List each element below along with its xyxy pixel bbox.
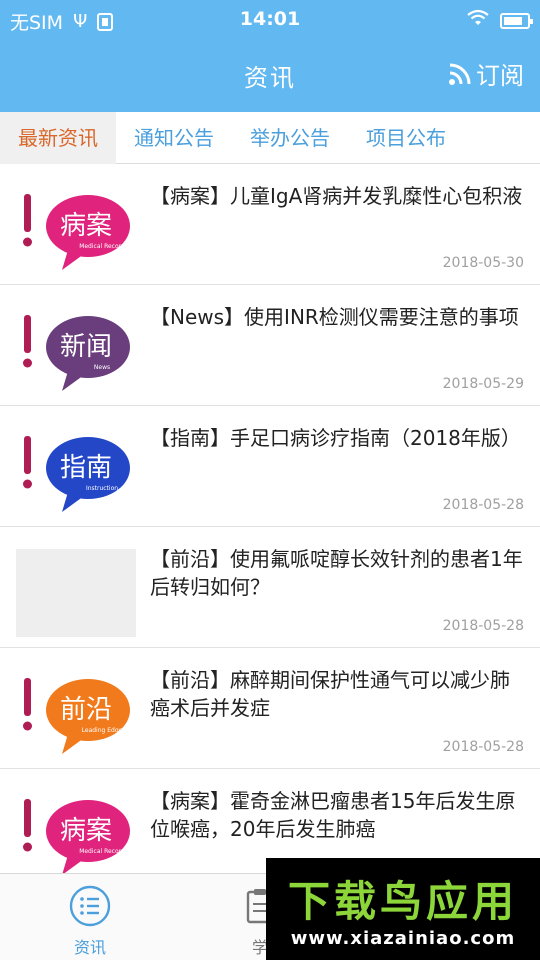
badge-text: 指南	[60, 453, 112, 483]
news-list: 病案 Medical Record 【病案】儿童IgA肾病并发乳糜性心包积液 2018…	[0, 164, 540, 890]
badge-text: 新闻	[60, 332, 112, 362]
tab-host-announcements[interactable]: 举办公告	[232, 112, 348, 164]
subscribe-button[interactable]: 订阅	[448, 56, 524, 91]
exclamation-icon	[24, 678, 31, 716]
battery-icon	[500, 12, 533, 29]
badge-text: 病案	[60, 211, 112, 241]
rss-icon	[448, 62, 472, 86]
news-title: 【前沿】使用氟哌啶醇长效针剂的患者1年后转归如何？	[150, 547, 523, 599]
badge-subtext: Instruction	[86, 485, 118, 492]
news-item[interactable]: 病案 Medical Record 【病案】儿童IgA肾病并发乳糜性心包积液 2018…	[0, 164, 540, 285]
exclamation-icon	[24, 194, 31, 232]
watermark-title: 下载鸟应用	[287, 877, 518, 926]
wifi-icon	[466, 9, 490, 32]
news-title: 【前沿】麻醉期间保护性通气可以减少肺癌术后并发症	[150, 668, 510, 720]
badge-text: 病案	[60, 816, 112, 846]
news-title: 【病案】霍奇金淋巴瘤患者15年后发生原位喉癌，20年后发生肺癌	[150, 789, 516, 841]
bottom-nav-news-label: 资讯	[73, 938, 106, 957]
subscribe-label: 订阅	[476, 62, 524, 90]
news-item[interactable]: 前沿 Leading Edge 【前沿】麻醉期间保护性通气可以减少肺癌术后并发症 20…	[0, 648, 540, 769]
badge-subtext: Medical Record	[79, 243, 125, 250]
category-badge: 新闻 News	[16, 307, 136, 395]
category-badge: 指南 Instruction	[16, 428, 136, 516]
badge-subtext: Leading Edge	[82, 727, 123, 734]
status-time: 14:01	[239, 8, 301, 30]
watermark-banner: 下载鸟应用 www.xiazainiao.com	[266, 858, 540, 960]
badge-subtext: Medical Record	[79, 848, 125, 855]
news-date: 2018-05-28	[442, 497, 524, 513]
thumbnail-placeholder	[16, 549, 136, 637]
news-title: 【News】使用INR检测仪需要注意的事项	[150, 305, 519, 329]
tab-notices[interactable]: 通知公告	[116, 112, 232, 164]
news-item[interactable]: 新闻 News 【News】使用INR检测仪需要注意的事项 2018-05-29	[0, 285, 540, 406]
news-item[interactable]: 【前沿】使用氟哌啶醇长效针剂的患者1年后转归如何？ 2018-05-28	[0, 527, 540, 648]
tab-latest-news[interactable]: 最新资讯	[0, 112, 116, 164]
exclamation-icon	[24, 799, 31, 837]
badge-text: 前沿	[60, 695, 112, 725]
category-badge: 病案 Medical Record	[16, 186, 136, 274]
news-title: 【指南】手足口病诊疗指南（2018年版）	[150, 426, 521, 450]
badge-subtext: News	[94, 364, 110, 371]
tab-project-announcements[interactable]: 项目公布	[348, 112, 464, 164]
watermark-url: www.xiazainiao.com	[290, 928, 516, 949]
exclamation-icon	[24, 315, 31, 353]
news-date: 2018-05-28	[442, 739, 524, 755]
list-icon	[68, 884, 112, 928]
top-bar: 无SIM Ψ 14:01 资讯 订阅	[0, 0, 540, 112]
category-tabs: 最新资讯 通知公告 举办公告 项目公布	[0, 112, 540, 164]
bottom-nav-news[interactable]: 资讯	[40, 884, 140, 958]
news-item[interactable]: 指南 Instruction 【指南】手足口病诊疗指南（2018年版） 2018-05…	[0, 406, 540, 527]
exclamation-icon	[24, 436, 31, 474]
news-date: 2018-05-28	[442, 618, 524, 634]
status-bar: 无SIM Ψ 14:01	[0, 0, 540, 38]
news-date: 2018-05-30	[442, 255, 524, 271]
status-right	[466, 9, 533, 32]
news-title: 【病案】儿童IgA肾病并发乳糜性心包积液	[150, 184, 523, 208]
category-badge: 病案 Medical Record	[16, 791, 136, 879]
category-badge: 前沿 Leading Edge	[16, 670, 136, 758]
news-date: 2018-05-29	[442, 376, 524, 392]
